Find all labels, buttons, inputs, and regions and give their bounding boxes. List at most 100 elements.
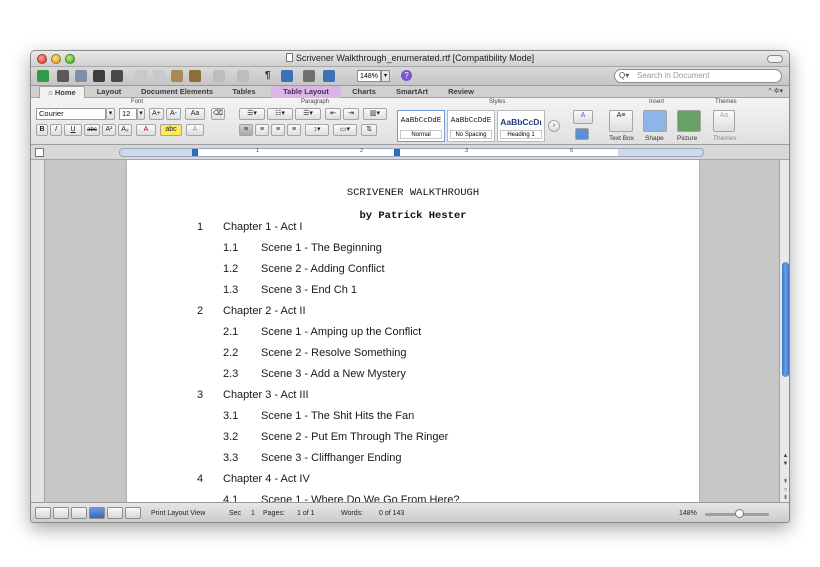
- tab-tables[interactable]: Tables: [225, 86, 263, 98]
- multilevel-list-button[interactable]: ☰▾: [295, 108, 321, 120]
- publishing-view-icon[interactable]: [71, 507, 87, 519]
- indent-marker-icon[interactable]: [192, 149, 198, 156]
- sort-button[interactable]: ⇅: [361, 124, 377, 136]
- tab-smartart[interactable]: SmartArt: [389, 86, 435, 98]
- clear-formatting-button[interactable]: ⌫: [211, 108, 225, 120]
- tab-stop-marker-icon[interactable]: [394, 149, 400, 156]
- paste-icon[interactable]: [171, 70, 183, 83]
- tab-review[interactable]: Review: [441, 86, 481, 98]
- help-icon[interactable]: ?: [401, 70, 412, 81]
- manage-styles-icon[interactable]: [575, 128, 589, 140]
- tab-selector-icon[interactable]: [35, 148, 44, 157]
- themes-icon[interactable]: Aa: [713, 110, 735, 132]
- font-size-field[interactable]: 12: [119, 108, 137, 120]
- zoom-input[interactable]: 148%: [357, 70, 381, 82]
- next-page-icon[interactable]: ⇟: [781, 494, 789, 502]
- text-effects-button[interactable]: A: [186, 124, 204, 136]
- notebook-view-icon[interactable]: [107, 507, 123, 519]
- save-icon[interactable]: [93, 70, 105, 83]
- sidebar-icon[interactable]: [281, 70, 293, 83]
- superscript-button[interactable]: A²: [102, 124, 116, 136]
- vertical-scrollbar[interactable]: ▲ ▼ ⇞ ○ ⇟: [779, 160, 789, 502]
- shape-icon[interactable]: [643, 110, 667, 132]
- toolbar-toggle-button[interactable]: [767, 55, 783, 63]
- search-field[interactable]: Q▾ Search in Document: [614, 69, 782, 83]
- style-no-spacing[interactable]: AaBbCcDdE No Spacing: [447, 110, 495, 142]
- open-icon[interactable]: [75, 70, 87, 83]
- toolbox-icon[interactable]: [303, 70, 315, 83]
- subscript-button[interactable]: A₂: [118, 124, 132, 136]
- zoom-slider-knob[interactable]: [735, 509, 744, 518]
- tab-charts[interactable]: Charts: [345, 86, 383, 98]
- outline-number: 2.3: [223, 368, 239, 380]
- horizontal-ruler[interactable]: 1 2 3 5: [119, 148, 704, 157]
- outline-view-icon[interactable]: [53, 507, 69, 519]
- change-case-button[interactable]: Aa: [185, 108, 205, 120]
- zoom-slider[interactable]: [705, 509, 769, 518]
- tab-layout[interactable]: Layout: [89, 86, 129, 98]
- fullscreen-view-icon[interactable]: [125, 507, 141, 519]
- zoom-dropdown-arrow[interactable]: ▾: [381, 70, 390, 82]
- text-box-icon[interactable]: A≡: [609, 110, 633, 132]
- scroll-thumb[interactable]: [782, 262, 789, 377]
- document-canvas: SCRIVENER WALKTHROUGH by Patrick Hester …: [45, 160, 779, 502]
- redo-icon[interactable]: [237, 70, 249, 83]
- outline-number: 3: [197, 389, 204, 401]
- undo-icon[interactable]: [213, 70, 225, 83]
- style-normal-label: Normal: [400, 130, 442, 139]
- grow-font-button[interactable]: A+: [149, 108, 164, 120]
- styles-next-icon[interactable]: ›: [548, 120, 560, 132]
- pilcrow-icon[interactable]: ¶: [265, 70, 271, 83]
- print-icon[interactable]: [111, 70, 123, 83]
- cut-icon[interactable]: [135, 70, 147, 83]
- increase-indent-button[interactable]: ⇥: [343, 108, 359, 120]
- outline-text: Chapter 1 - Act I: [223, 221, 303, 233]
- shape-label: Shape: [645, 135, 664, 142]
- scroll-up-arrow-icon[interactable]: ▲: [781, 452, 789, 460]
- draft-view-icon[interactable]: [35, 507, 51, 519]
- align-center-button[interactable]: ≡: [255, 124, 269, 136]
- font-name-field[interactable]: Courier: [36, 108, 106, 120]
- tab-table-layout[interactable]: Table Layout: [271, 86, 341, 98]
- picture-icon[interactable]: [677, 110, 701, 132]
- browse-object-icon[interactable]: ○: [781, 486, 789, 494]
- styles-pane-icon[interactable]: A: [573, 110, 593, 124]
- outline-number: 2.1: [223, 326, 239, 338]
- style-heading-1[interactable]: AaBbCcDı Heading 1: [497, 110, 545, 142]
- align-left-button[interactable]: ≡: [239, 124, 253, 136]
- themes-label: Themes: [713, 135, 737, 142]
- font-size-dropdown[interactable]: ▾: [137, 108, 145, 120]
- tab-home[interactable]: ⌂ Home: [39, 86, 85, 98]
- scroll-down-arrow-icon[interactable]: ▼: [781, 460, 789, 468]
- columns-button[interactable]: ▥▾: [363, 108, 387, 120]
- font-name-dropdown[interactable]: ▾: [106, 108, 115, 120]
- align-right-button[interactable]: ≡: [271, 124, 285, 136]
- ribbon-options-icon[interactable]: ^ ✲▾: [768, 86, 783, 98]
- copy-icon[interactable]: [153, 70, 165, 83]
- underline-button[interactable]: U: [64, 124, 82, 136]
- format-painter-icon[interactable]: [189, 70, 201, 83]
- horizontal-ruler-row: 1 2 3 5: [31, 145, 789, 160]
- templates-icon[interactable]: [57, 70, 69, 83]
- previous-page-icon[interactable]: ⇞: [781, 478, 789, 486]
- numbering-button[interactable]: ☷▾: [267, 108, 293, 120]
- strikethrough-button[interactable]: abc: [84, 124, 100, 136]
- justify-button[interactable]: ≡: [287, 124, 301, 136]
- shrink-font-button[interactable]: A-: [166, 108, 181, 120]
- line-spacing-button[interactable]: ↕▾: [305, 124, 329, 136]
- italic-button[interactable]: I: [50, 124, 62, 136]
- bold-button[interactable]: B: [36, 124, 48, 136]
- print-layout-view-icon[interactable]: [89, 507, 105, 519]
- shading-button[interactable]: ▭▾: [333, 124, 357, 136]
- media-browser-icon[interactable]: [323, 70, 335, 83]
- bullets-button[interactable]: ☰▾: [239, 108, 265, 120]
- style-normal[interactable]: AaBbCcDdE Normal: [397, 110, 445, 142]
- highlight-button[interactable]: abc: [160, 124, 182, 136]
- pages-value: 1 of 1: [297, 510, 315, 517]
- document-page[interactable]: SCRIVENER WALKTHROUGH by Patrick Hester …: [127, 160, 699, 502]
- decrease-indent-button[interactable]: ⇤: [325, 108, 341, 120]
- tab-document-elements[interactable]: Document Elements: [135, 86, 219, 98]
- new-document-icon[interactable]: [37, 70, 49, 83]
- font-color-button[interactable]: A: [136, 124, 156, 136]
- vertical-ruler[interactable]: [31, 160, 45, 502]
